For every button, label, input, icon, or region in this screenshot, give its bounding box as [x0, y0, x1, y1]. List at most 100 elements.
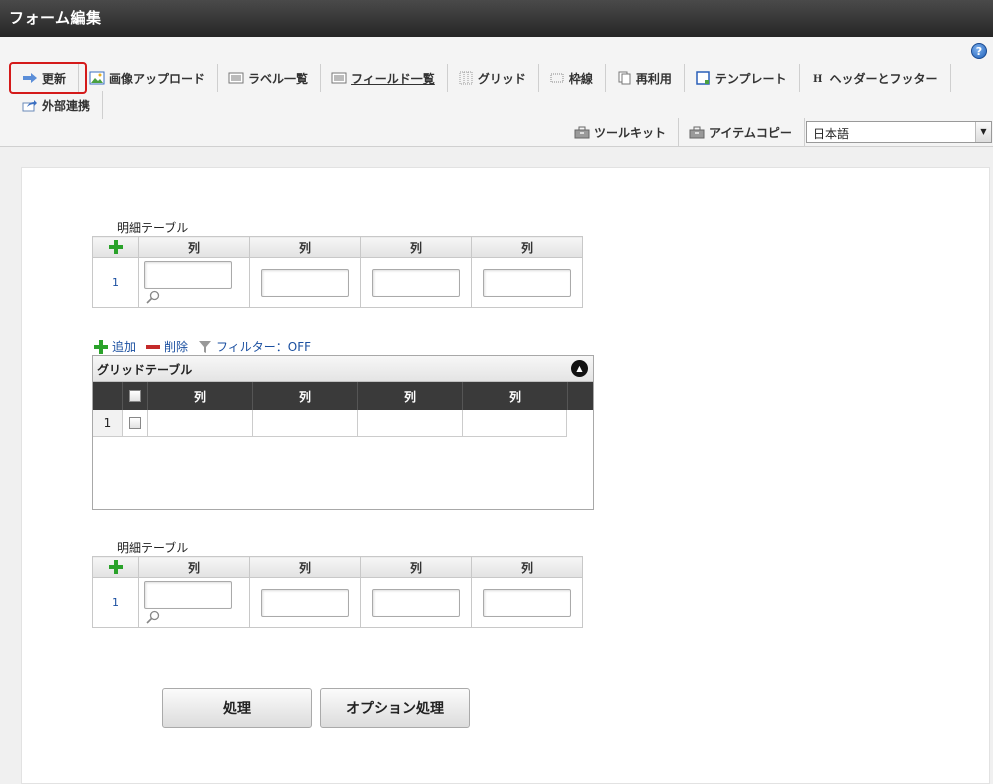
delete-label: 削除: [164, 340, 189, 354]
add-row-button[interactable]: [92, 236, 139, 258]
plus-icon: [94, 339, 108, 354]
lookup-cell: [138, 257, 250, 308]
grid-cell[interactable]: [148, 410, 253, 436]
toolkit-button-label: ツールキット: [594, 125, 667, 140]
header-footer-button-label: ヘッダーとフッター: [829, 71, 938, 86]
filter-label: フィルター：OFF: [216, 340, 312, 354]
update-button-highlight: [9, 62, 87, 94]
checkbox[interactable]: [129, 390, 141, 402]
list-icon: [331, 71, 347, 85]
header-icon: H: [810, 71, 826, 85]
language-select[interactable]: 日本語 ▼: [806, 121, 992, 143]
column-header: 列: [138, 556, 250, 578]
image-icon: [89, 71, 105, 85]
add-label: 追加: [112, 340, 137, 354]
reuse-button-label: 再利用: [635, 71, 672, 86]
grid-column-header[interactable]: 列: [148, 382, 253, 410]
filter-link[interactable]: フィルター：OFF: [198, 338, 311, 355]
plus-icon: [108, 560, 123, 575]
grid-cell[interactable]: [463, 410, 567, 436]
collapse-icon[interactable]: ▲: [571, 360, 588, 377]
label-list-button[interactable]: ラベル一覧: [218, 64, 322, 92]
row-number: 1: [92, 257, 139, 308]
process-button[interactable]: 処理: [162, 688, 312, 728]
border-button[interactable]: 枠線: [539, 64, 606, 92]
column-header: 列: [360, 236, 472, 258]
detail-table-caption: 明細テーブル: [117, 541, 189, 555]
language-select-value: 日本語: [813, 127, 850, 141]
grid-column-header[interactable]: 列: [358, 382, 463, 410]
item-copy-button-label: アイテムコピー: [709, 125, 792, 140]
add-link[interactable]: 追加: [94, 338, 136, 355]
column-header: 列: [138, 236, 250, 258]
plus-icon: [108, 240, 123, 255]
text-input[interactable]: [483, 588, 571, 617]
external-link-button[interactable]: 外部連携: [12, 91, 104, 119]
text-input[interactable]: [483, 268, 571, 297]
search-icon[interactable]: [146, 610, 160, 624]
lookup-cell: [138, 577, 250, 628]
delete-link[interactable]: 削除: [146, 338, 188, 355]
row-checkbox[interactable]: [129, 417, 141, 429]
minus-icon: [146, 344, 161, 349]
filter-icon: [199, 340, 212, 353]
copy-icon: [616, 71, 632, 85]
grid-table: グリッドテーブル ▲ 列 列 列 列 1: [92, 355, 594, 510]
help-icon[interactable]: ?: [971, 43, 987, 59]
detail-table-caption: 明細テーブル: [117, 221, 189, 235]
select-all-checkbox[interactable]: [123, 382, 148, 410]
column-header: 列: [471, 556, 583, 578]
text-input[interactable]: [261, 268, 349, 297]
template-button[interactable]: テンプレート: [685, 64, 800, 92]
toolbox-icon: [574, 125, 590, 139]
table-row: 1: [93, 410, 567, 437]
search-icon[interactable]: [146, 290, 160, 304]
toolbox-icon: [689, 125, 705, 139]
column-header: 列: [249, 236, 361, 258]
list-icon: [228, 71, 244, 85]
field-list-button[interactable]: フィールド一覧: [321, 64, 448, 92]
row-number: 1: [93, 410, 123, 436]
toolbar-area: ? 更新 画像アップロード ラベル一覧 フィールド一覧 グリッド 枠線 再利用 テンプレート H…: [0, 37, 993, 147]
grid-icon: [458, 71, 474, 85]
row-number: 1: [92, 577, 139, 628]
image-upload-button-label: 画像アップロード: [109, 71, 206, 86]
column-header: 列: [360, 556, 472, 578]
grid-table-title: グリッドテーブル: [97, 363, 193, 377]
text-input[interactable]: [372, 588, 460, 617]
share-icon: [22, 98, 38, 112]
item-copy-button[interactable]: アイテムコピー: [679, 118, 805, 146]
label-list-button-label: ラベル一覧: [248, 71, 309, 86]
add-row-button[interactable]: [92, 556, 139, 578]
border-button-label: 枠線: [568, 71, 593, 86]
template-icon: [695, 71, 711, 85]
grid-column-header-row: 列 列 列 列: [93, 382, 593, 410]
header-footer-button[interactable]: H ヘッダーとフッター: [800, 64, 951, 92]
border-icon: [549, 71, 565, 85]
reuse-button[interactable]: 再利用: [606, 64, 685, 92]
external-link-button-label: 外部連携: [42, 98, 91, 113]
detail-table: 列 列 列 列 1: [92, 236, 583, 308]
grid-column-header[interactable]: 列: [463, 382, 568, 410]
text-input[interactable]: [372, 268, 460, 297]
toolkit-button[interactable]: ツールキット: [564, 118, 680, 146]
text-input[interactable]: [144, 581, 232, 609]
chevron-down-icon[interactable]: ▼: [975, 122, 991, 142]
option-process-button[interactable]: オプション処理: [320, 688, 470, 728]
text-input[interactable]: [261, 588, 349, 617]
svg-text:H: H: [813, 74, 822, 85]
grid-button-label: グリッド: [477, 71, 526, 86]
column-header: 列: [471, 236, 583, 258]
image-upload-button[interactable]: 画像アップロード: [79, 64, 219, 92]
grid-button[interactable]: グリッド: [448, 64, 539, 92]
window-title: フォーム編集: [0, 0, 993, 37]
column-header: 列: [249, 556, 361, 578]
field-list-button-label: フィールド一覧: [351, 71, 435, 86]
text-input[interactable]: [144, 261, 232, 289]
grid-actions: 追加 削除 フィルター：OFF: [94, 338, 321, 355]
grid-cell[interactable]: [358, 410, 463, 436]
grid-column-header[interactable]: 列: [253, 382, 358, 410]
detail-table: 列 列 列 列 1: [92, 556, 583, 628]
grid-cell[interactable]: [253, 410, 358, 436]
template-button-label: テンプレート: [714, 71, 787, 86]
